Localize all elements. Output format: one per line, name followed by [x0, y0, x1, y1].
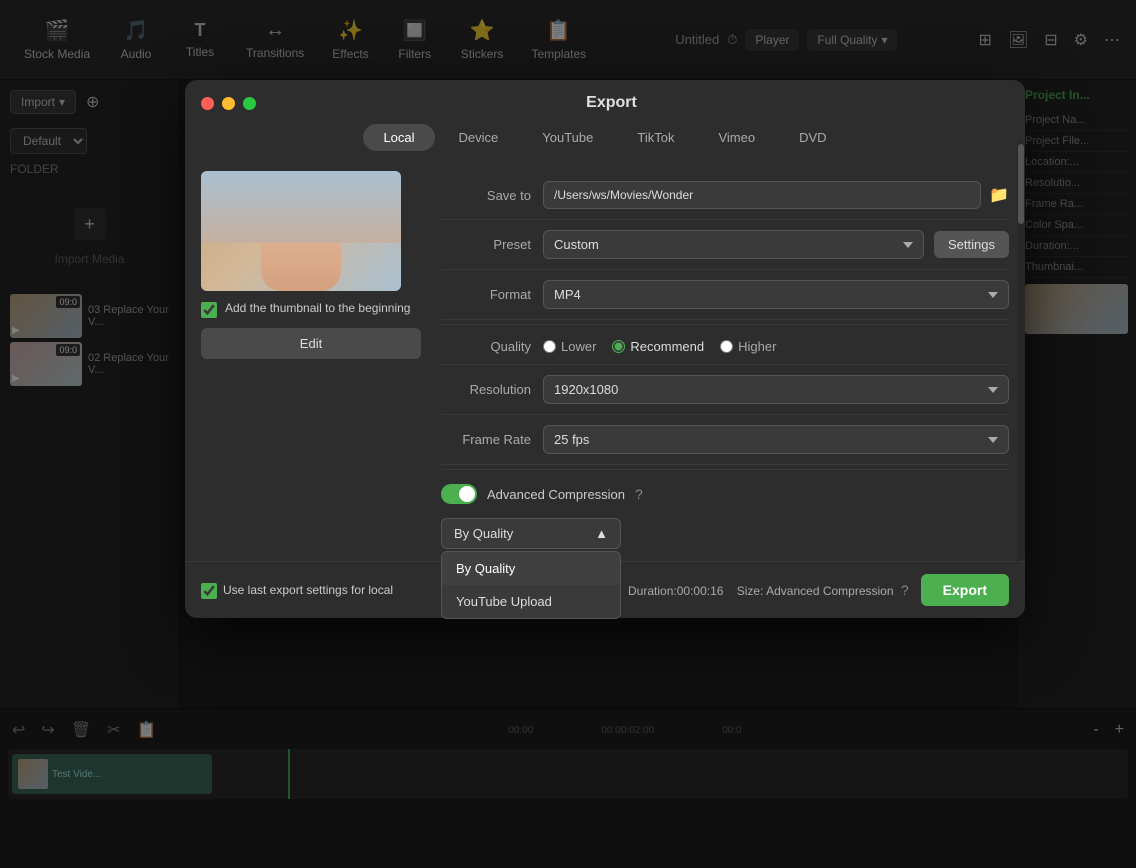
use-last-settings-row: Use last export settings for local — [201, 582, 393, 599]
duration-info: Duration:00:00:16 — [628, 584, 723, 598]
frame-rate-label: Frame Rate — [441, 432, 531, 447]
use-last-settings-checkbox[interactable] — [201, 583, 217, 599]
save-to-label: Save to — [441, 188, 531, 203]
tab-local[interactable]: Local — [363, 124, 434, 151]
modal-titlebar: Export — [185, 80, 1025, 112]
resolution-row: Resolution 1920x1080 1280x720 3840x2160 — [441, 365, 1009, 415]
tab-youtube[interactable]: YouTube — [522, 124, 613, 151]
advanced-compression-dropdown-button[interactable]: By Quality ▲ — [441, 518, 621, 549]
preset-row: Preset Custom High Quality Low Quality S… — [441, 220, 1009, 270]
export-modal: Export Local Device YouTube TikTok Vimeo… — [185, 80, 1025, 618]
modal-scroll-thumb — [1018, 144, 1024, 224]
preset-label: Preset — [441, 237, 531, 252]
advanced-compression-help-icon[interactable]: ? — [635, 486, 643, 502]
save-to-row: Save to 📁 — [441, 171, 1009, 220]
size-help-icon[interactable]: ? — [901, 582, 909, 598]
modal-body: Add the thumbnail to the beginning Edit … — [185, 159, 1025, 561]
edit-button[interactable]: Edit — [201, 328, 421, 359]
quality-higher-radio[interactable] — [720, 340, 733, 353]
settings-panel: Save to 📁 Preset Custom High Quality Low… — [441, 171, 1009, 549]
save-to-input[interactable] — [543, 181, 981, 209]
format-row: Format MP4 MOV AVI MKV — [441, 270, 1009, 320]
modal-tabs: Local Device YouTube TikTok Vimeo DVD — [185, 112, 1025, 159]
advanced-compression-dropdown-wrapper: By Quality ▲ By Quality YouTube Upload — [441, 518, 1009, 549]
modal-scrollbar[interactable] — [1017, 140, 1025, 562]
dropdown-item-youtube-upload[interactable]: YouTube Upload — [442, 585, 620, 618]
settings-button[interactable]: Settings — [934, 231, 1009, 258]
tab-tiktok[interactable]: TikTok — [617, 124, 694, 151]
resolution-select[interactable]: 1920x1080 1280x720 3840x2160 — [543, 375, 1009, 404]
modal-title: Export — [264, 94, 959, 112]
quality-label: Quality — [441, 339, 531, 354]
size-info: Size: Advanced Compression — [737, 584, 894, 598]
preset-input-area: Custom High Quality Low Quality Settings — [543, 230, 1009, 259]
dropdown-item-by-quality[interactable]: By Quality — [442, 552, 620, 585]
thumbnail-checkbox-row: Add the thumbnail to the beginning — [201, 301, 421, 318]
quality-lower-label: Lower — [561, 339, 596, 354]
quality-higher-option[interactable]: Higher — [720, 339, 776, 354]
advanced-compression-selected: By Quality — [454, 526, 513, 541]
traffic-light-close[interactable] — [201, 97, 214, 110]
quality-higher-label: Higher — [738, 339, 776, 354]
tab-vimeo[interactable]: Vimeo — [698, 124, 775, 151]
thumbnail-checkbox[interactable] — [201, 302, 217, 318]
use-last-settings-label: Use last export settings for local — [223, 583, 393, 597]
quality-lower-option[interactable]: Lower — [543, 339, 596, 354]
traffic-light-fullscreen[interactable] — [243, 97, 256, 110]
divider-1 — [441, 324, 1009, 325]
advanced-compression-toggle[interactable] — [441, 484, 477, 504]
format-label: Format — [441, 287, 531, 302]
preset-select[interactable]: Custom High Quality Low Quality — [543, 230, 924, 259]
preview-panel: Add the thumbnail to the beginning Edit — [201, 171, 421, 549]
folder-browse-button[interactable]: 📁 — [989, 185, 1009, 205]
quality-recommend-radio[interactable] — [612, 340, 625, 353]
export-button[interactable]: Export — [921, 574, 1009, 606]
divider-2 — [441, 469, 1009, 470]
resolution-label: Resolution — [441, 382, 531, 397]
advanced-compression-row: Advanced Compression ? — [441, 474, 1009, 514]
tab-dvd[interactable]: DVD — [779, 124, 846, 151]
quality-lower-radio[interactable] — [543, 340, 556, 353]
quality-recommend-label: Recommend — [630, 339, 704, 354]
format-select[interactable]: MP4 MOV AVI MKV — [543, 280, 1009, 309]
quality-recommend-option[interactable]: Recommend — [612, 339, 704, 354]
preview-image — [201, 171, 401, 291]
save-to-input-area: 📁 — [543, 181, 1009, 209]
thumbnail-checkbox-label: Add the thumbnail to the beginning — [225, 301, 410, 315]
advanced-compression-dropdown-menu: By Quality YouTube Upload — [441, 551, 621, 619]
frame-rate-row: Frame Rate 25 fps 30 fps 60 fps — [441, 415, 1009, 465]
traffic-light-minimize[interactable] — [222, 97, 235, 110]
chevron-up-icon: ▲ — [595, 526, 608, 541]
tab-device[interactable]: Device — [439, 124, 519, 151]
advanced-compression-label: Advanced Compression — [487, 487, 625, 502]
quality-row: Quality Lower Recommend Higher — [441, 329, 1009, 365]
quality-options: Lower Recommend Higher — [543, 339, 776, 354]
frame-rate-select[interactable]: 25 fps 30 fps 60 fps — [543, 425, 1009, 454]
toggle-knob — [459, 486, 475, 502]
